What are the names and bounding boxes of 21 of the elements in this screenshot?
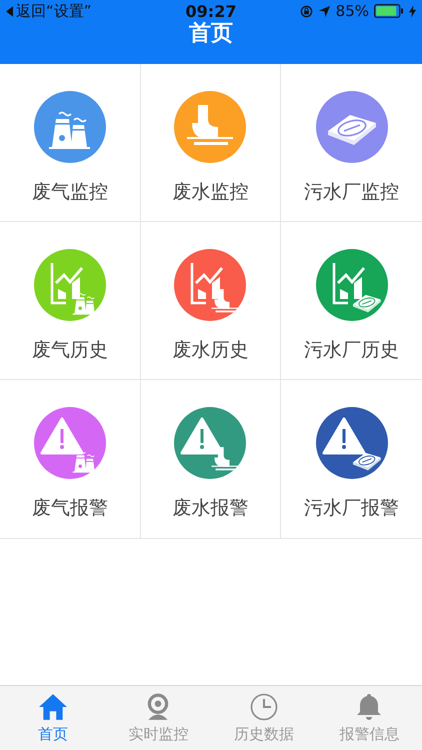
- menu-tile[interactable]: 污水厂历史: [281, 222, 422, 380]
- menu-tile[interactable]: 废水监控: [140, 64, 282, 222]
- menu-tile[interactable]: 废气报警: [0, 380, 141, 538]
- location-arrow-icon: [318, 4, 331, 18]
- home-icon: [38, 692, 68, 720]
- menu-tile[interactable]: 废气历史: [0, 222, 141, 380]
- page-title: 首页: [188, 22, 234, 46]
- menu-tile[interactable]: 废水报警: [140, 380, 282, 538]
- battery-percent: 85%: [336, 2, 369, 20]
- back-arrow-icon[interactable]: [6, 6, 13, 16]
- menu-tile[interactable]: 污水厂监控: [281, 64, 422, 222]
- clock-icon: [248, 692, 279, 720]
- menu-tile[interactable]: 废气监控: [0, 64, 141, 222]
- rotation-lock-icon: [300, 4, 313, 18]
- menu-tile[interactable]: 污水厂报警: [281, 380, 422, 538]
- menu-tile[interactable]: 废水历史: [140, 222, 282, 380]
- tab[interactable]: 首页: [0, 686, 106, 750]
- status-time: 09:27: [186, 2, 236, 20]
- battery-icon: [374, 4, 404, 18]
- back-link[interactable]: 返回“设置”: [16, 2, 92, 20]
- charging-icon: [409, 4, 416, 18]
